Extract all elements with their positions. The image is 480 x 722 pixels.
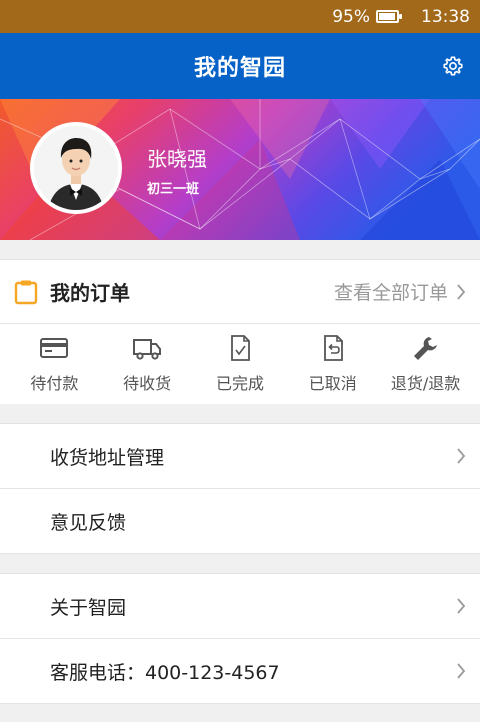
- section-divider: [0, 554, 480, 574]
- order-tab-pending-receipt[interactable]: 待收货: [105, 334, 189, 394]
- chevron-right-icon: [457, 448, 466, 464]
- battery-fill: [379, 13, 396, 20]
- my-orders-title: 我的订单: [50, 281, 130, 305]
- order-tab-pending-payment[interactable]: 待付款: [12, 334, 96, 394]
- battery-percent: 95%: [332, 6, 370, 27]
- avatar-image: [34, 126, 118, 210]
- menu-item-label: 收货地址管理: [50, 446, 165, 469]
- menu-item-label: 关于智园: [50, 596, 127, 619]
- section-divider: [0, 240, 480, 260]
- document-check-icon: [231, 335, 250, 361]
- order-tab-label: 待付款: [30, 374, 79, 393]
- clock: 13:38: [421, 6, 470, 27]
- order-tab-label: 退货/退款: [390, 374, 461, 393]
- gear-icon[interactable]: [442, 55, 464, 77]
- order-tab-returns[interactable]: 退货/退款: [384, 334, 468, 394]
- battery-indicator: 95%: [332, 6, 402, 27]
- card-icon: [40, 338, 69, 358]
- clipboard-icon: [14, 280, 38, 304]
- truck-icon: [133, 339, 162, 360]
- document-undo-icon: [323, 335, 343, 361]
- page-title: 我的智园: [193, 56, 286, 81]
- address-management-item[interactable]: 收货地址管理: [0, 424, 480, 489]
- order-tab-cancelled[interactable]: 已取消: [291, 334, 375, 394]
- avatar[interactable]: [30, 122, 122, 214]
- chevron-right-icon: [457, 283, 466, 300]
- order-tab-completed[interactable]: 已完成: [198, 334, 282, 394]
- chevron-right-icon: [457, 663, 466, 679]
- wrench-icon: [413, 337, 437, 360]
- feedback-item[interactable]: 意见反馈: [0, 489, 480, 554]
- customer-service-phone-item[interactable]: 客服电话：400-123-4567: [0, 639, 480, 704]
- status-bar: 95% 13:38: [0, 0, 480, 33]
- user-class: 初三一班: [147, 182, 200, 197]
- menu-item-label: 意见反馈: [50, 511, 127, 534]
- order-tab-label: 已完成: [215, 374, 264, 393]
- about-item[interactable]: 关于智园: [0, 574, 480, 639]
- nav-bar: 我的智园: [0, 33, 480, 99]
- chevron-right-icon: [457, 598, 466, 614]
- profile-banner: 张晓强 初三一班: [0, 99, 480, 240]
- order-tab-label: 待收货: [123, 374, 172, 393]
- battery-icon: [376, 10, 402, 23]
- section-divider: [0, 404, 480, 424]
- order-tab-label: 已取消: [308, 374, 357, 393]
- menu-item-label: 客服电话：400-123-4567: [50, 661, 280, 684]
- view-all-orders-link[interactable]: 查看全部订单: [334, 278, 448, 305]
- my-orders-header[interactable]: 我的订单 查看全部订单: [0, 260, 480, 324]
- order-status-tabs: 待付款 待收货 已完成 已取消 退货/退款: [0, 324, 480, 404]
- user-name: 张晓强: [147, 147, 207, 171]
